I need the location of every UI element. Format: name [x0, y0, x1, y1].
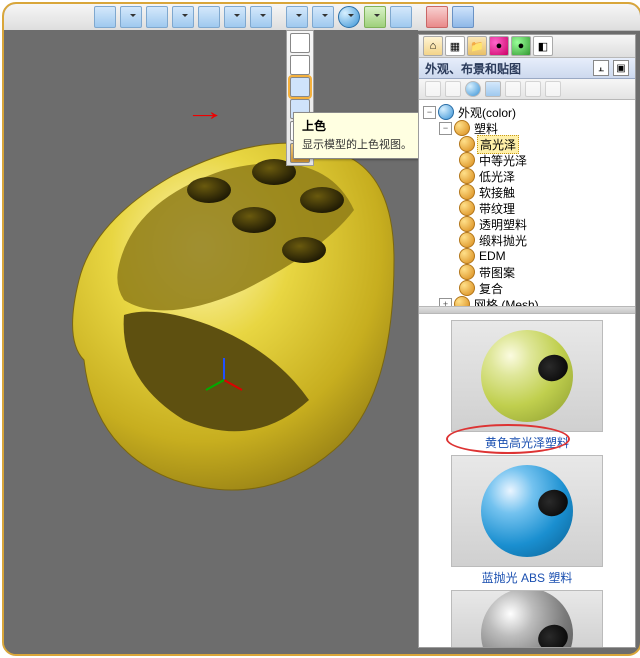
expand-icon[interactable]: −: [439, 122, 452, 135]
screen-capture-button[interactable]: [452, 6, 474, 28]
tooltip-body: 显示模型的上色视图。: [302, 136, 412, 152]
flyout-hlv[interactable]: [290, 55, 310, 75]
tree-item-edm[interactable]: EDM: [419, 248, 635, 264]
ball-icon: [459, 216, 475, 232]
folder-icon[interactable]: [505, 81, 521, 97]
tree-item-med-gloss[interactable]: 中等光泽: [419, 152, 635, 168]
tab-decal-icon[interactable]: ◧: [533, 36, 553, 56]
tree-item-transparent[interactable]: 透明塑料: [419, 216, 635, 232]
task-pane-tabs: ⌂ ▦ 📁 ● ● ◧: [419, 35, 635, 58]
ball-icon: [459, 248, 475, 264]
zoom-prev-button[interactable]: [146, 6, 168, 28]
tree-root-label: 外观(color): [456, 104, 518, 121]
sphere-preview: [481, 590, 573, 647]
tree-item-composite[interactable]: 复合: [419, 280, 635, 296]
tree-item-pattern[interactable]: 带图案: [419, 264, 635, 280]
expand-icon[interactable]: −: [423, 106, 436, 119]
ball-icon: [459, 184, 475, 200]
tree-item-textured[interactable]: 带纹理: [419, 200, 635, 216]
sphere-preview: [481, 330, 573, 422]
apply-scene-button[interactable]: [364, 6, 386, 28]
tree-group-plastic[interactable]: − 塑料: [419, 120, 635, 136]
task-pane-toolbar: [419, 79, 635, 100]
tree-item-satin[interactable]: 缎料抛光: [419, 232, 635, 248]
back-icon[interactable]: [425, 81, 441, 97]
view-settings-button[interactable]: [390, 6, 412, 28]
folder-ball-icon: [454, 296, 470, 307]
tree-root[interactable]: − 外观(color): [419, 104, 635, 120]
delete-icon[interactable]: [525, 81, 541, 97]
edit-appearance-button[interactable]: [338, 6, 360, 28]
folder-ball-icon: [454, 120, 470, 136]
tree-item-soft-touch[interactable]: 软接触: [419, 184, 635, 200]
cube-icon[interactable]: [485, 81, 501, 97]
pushpin-icon[interactable]: ⫠: [593, 60, 609, 76]
swatch-yellow-high-gloss[interactable]: 黄色高光泽塑料: [452, 320, 602, 451]
section-view-button[interactable]: [224, 6, 246, 28]
zoom-area-button[interactable]: [120, 6, 142, 28]
ball-icon: [459, 168, 475, 184]
globe-icon: [438, 104, 454, 120]
tree-item-low-gloss[interactable]: 低光泽: [419, 168, 635, 184]
sphere-preview: [481, 465, 573, 557]
task-pane-title-bar: 外观、布景和贴图 ⫠ ▣: [419, 58, 635, 79]
expand-icon[interactable]: ▣: [613, 60, 629, 76]
splitter[interactable]: [419, 307, 635, 314]
appearance-lib-icon[interactable]: [465, 81, 481, 97]
tab-home-icon[interactable]: ⌂: [423, 36, 443, 56]
tree-group-label: 网格 (Mesh): [472, 296, 541, 308]
tab-scene-icon[interactable]: ●: [511, 36, 531, 56]
annotation-arrow: →: [184, 96, 226, 127]
ball-icon: [459, 200, 475, 216]
render-tools-button[interactable]: [426, 6, 448, 28]
forward-icon[interactable]: [445, 81, 461, 97]
tree-group-mesh[interactable]: + 网格 (Mesh): [419, 296, 635, 307]
flyout-hlr[interactable]: [290, 77, 310, 97]
task-pane: ⌂ ▦ 📁 ● ● ◧ 外观、布景和贴图 ⫠ ▣ −: [418, 34, 636, 648]
task-pane-title: 外观、布景和贴图: [425, 60, 521, 77]
tab-open-icon[interactable]: 📁: [467, 36, 487, 56]
appearance-tree[interactable]: − 外观(color) − 塑料 高光泽 中等光泽 低光泽 软接触 带纹理 透明…: [419, 100, 635, 307]
swatch-label: 黄色高光泽塑料: [485, 434, 569, 451]
rotate-view-button[interactable]: [172, 6, 194, 28]
app-frame: → 上色 显示模型的上色视图。 ⌂ ▦ 📁 ● ● ◧ 外观、布景和贴图 ⫠ ▣: [2, 2, 640, 656]
tab-appearance-icon[interactable]: ●: [489, 36, 509, 56]
ball-icon: [459, 232, 475, 248]
swatch-blue-abs[interactable]: 蓝抛光 ABS 塑料: [452, 455, 602, 586]
ball-icon: [459, 264, 475, 280]
flyout-wireframe[interactable]: [290, 33, 310, 53]
display-style-button[interactable]: [286, 6, 308, 28]
ball-icon: [459, 280, 475, 296]
display-style-tooltip: 上色 显示模型的上色视图。: [293, 112, 421, 159]
help-icon[interactable]: [545, 81, 561, 97]
appearance-swatch-list[interactable]: 黄色高光泽塑料 蓝抛光 ABS 塑料: [419, 314, 635, 647]
view-orientation-button[interactable]: [250, 6, 272, 28]
tree-item-high-gloss[interactable]: 高光泽: [419, 136, 635, 152]
tab-library-icon[interactable]: ▦: [445, 36, 465, 56]
ball-icon: [459, 152, 475, 168]
hide-show-button[interactable]: [312, 6, 334, 28]
view-toolbar: [4, 4, 640, 31]
tooltip-title: 上色: [302, 117, 412, 134]
ball-icon: [459, 136, 475, 152]
expand-icon[interactable]: +: [439, 298, 452, 308]
pan-button[interactable]: [198, 6, 220, 28]
zoom-fit-button[interactable]: [94, 6, 116, 28]
swatch-label: 蓝抛光 ABS 塑料: [482, 569, 573, 586]
swatch-grey[interactable]: [452, 590, 602, 647]
